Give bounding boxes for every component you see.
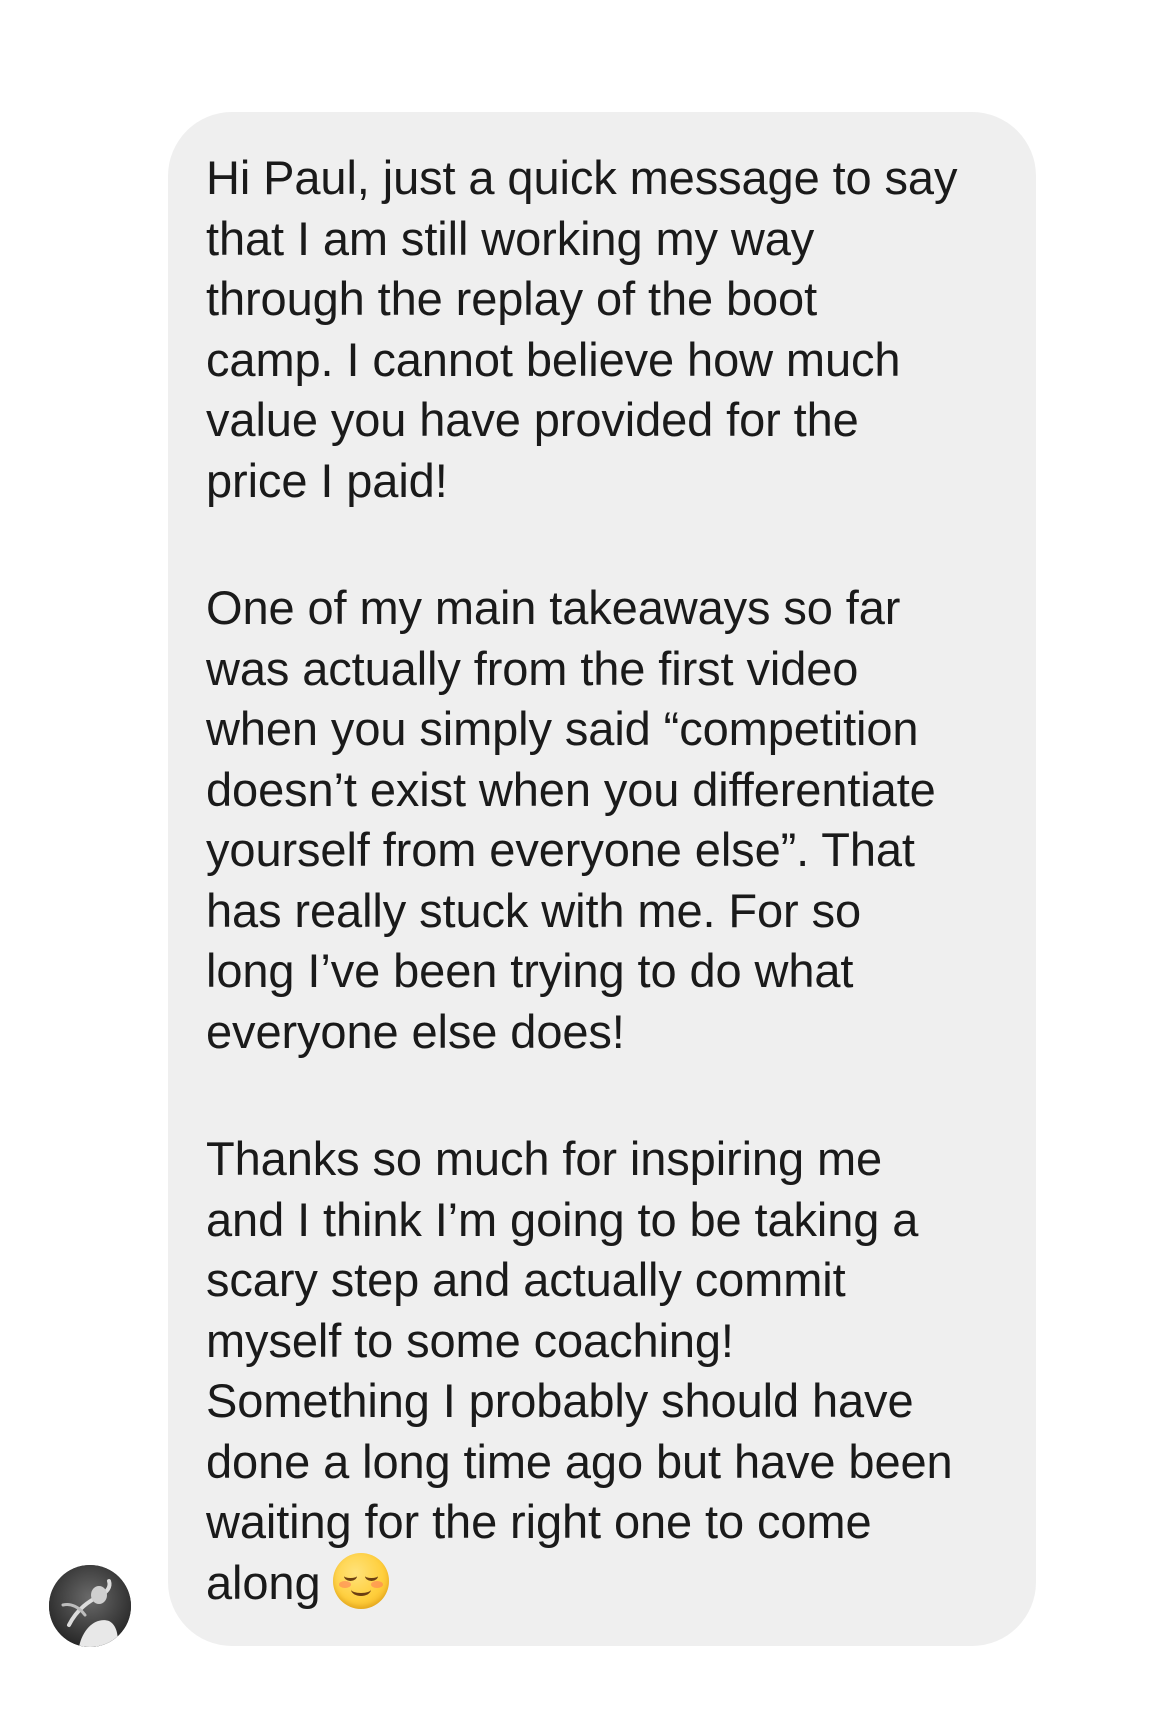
message-line: and I think I’m going to be taking a bbox=[206, 1192, 919, 1246]
message-line: scary step and actually commit bbox=[206, 1253, 846, 1306]
message-line-text: along bbox=[206, 1555, 321, 1609]
sender-avatar[interactable] bbox=[49, 1565, 131, 1647]
message-line: doesn’t exist when you differentiate bbox=[206, 762, 936, 816]
message-line: value you have provided for the bbox=[206, 393, 859, 446]
message-line: waiting for the right one to come bbox=[206, 1495, 872, 1548]
message-last-line: along bbox=[206, 1552, 1006, 1614]
message-bubble[interactable]: Hi Paul, just a quick message to say tha… bbox=[168, 112, 1036, 1646]
message-paragraph-2: One of my main takeaways so far was actu… bbox=[206, 578, 1006, 1062]
message-line: that I am still working my way bbox=[206, 211, 815, 265]
message-line: was actually from the first video bbox=[206, 641, 859, 695]
message-line: One of my main takeaways so far bbox=[206, 581, 901, 634]
message-line: has really stuck with me. For so bbox=[206, 883, 862, 937]
message-line: camp. I cannot believe how much bbox=[206, 332, 901, 386]
profile-photo-icon bbox=[49, 1565, 131, 1647]
message-line: through the replay of the boot bbox=[206, 272, 818, 325]
message-line: Something I probably should have bbox=[206, 1374, 914, 1427]
message-line: Hi Paul, just a quick message to say bbox=[206, 151, 958, 204]
message-line: Thanks so much for inspiring me bbox=[206, 1132, 883, 1185]
message-line: price I paid! bbox=[206, 453, 448, 507]
message-line: everyone else does! bbox=[206, 1004, 625, 1058]
message-paragraph-1: Hi Paul, just a quick message to say tha… bbox=[206, 148, 1006, 511]
message-line: when you simply said “competition bbox=[206, 702, 919, 755]
message-line: myself to some coaching! bbox=[206, 1313, 734, 1367]
message-line: long I’ve been trying to do what bbox=[206, 944, 854, 997]
message-line: yourself from everyone else”. That bbox=[206, 823, 915, 876]
smiling-face-emoji-icon bbox=[332, 1552, 389, 1609]
message-paragraph-3: Thanks so much for inspiring me and I th… bbox=[206, 1129, 1006, 1613]
message-line: done a long time ago but have been bbox=[206, 1434, 953, 1488]
